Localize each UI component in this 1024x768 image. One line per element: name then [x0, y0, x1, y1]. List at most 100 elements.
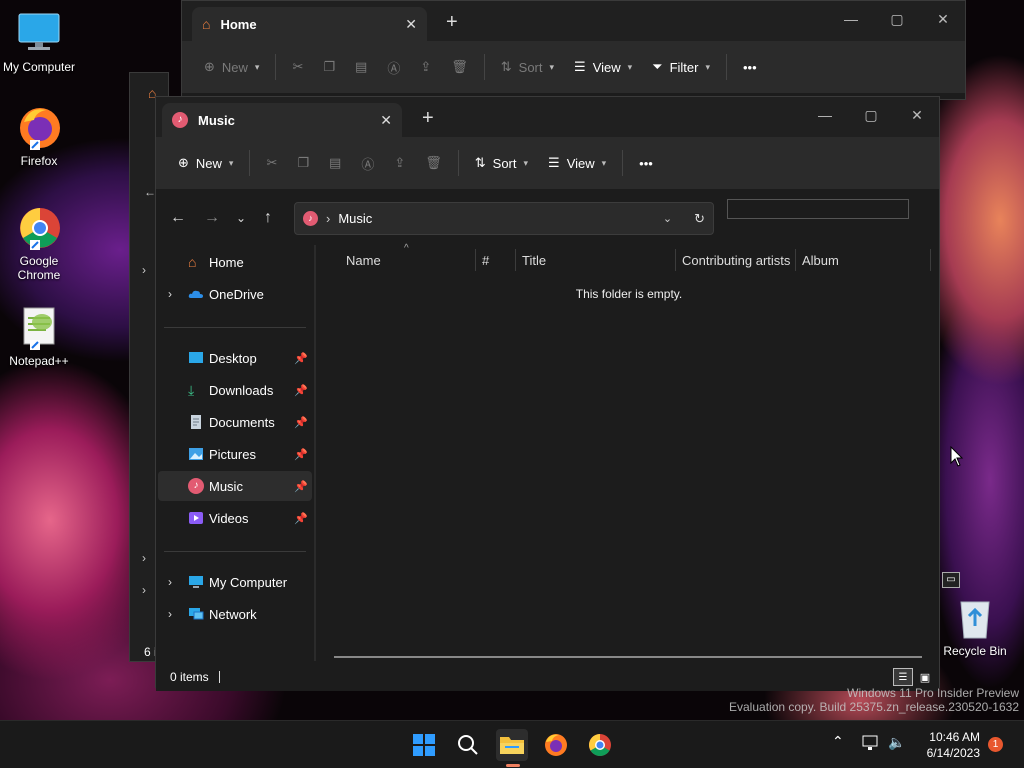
recent-locations-icon[interactable]: ⌄: [236, 211, 246, 225]
sort-icon: ⇅: [474, 155, 486, 170]
network-icon[interactable]: [862, 735, 880, 754]
divider: [164, 551, 306, 552]
chevron-right-icon[interactable]: ›: [168, 287, 172, 301]
horizontal-scrollbar[interactable]: [334, 656, 922, 658]
address-dropdown-icon[interactable]: ⌄: [663, 212, 672, 225]
sidebar-item-downloads[interactable]: ⤓ Downloads 📌: [158, 375, 312, 405]
rename-button[interactable]: Ⓐ: [377, 50, 410, 84]
more-options-button[interactable]: •••: [629, 146, 663, 180]
sidebar-item-pictures[interactable]: Pictures 📌: [158, 439, 312, 469]
minimize-button[interactable]: —: [834, 7, 868, 31]
sidebar-item-home[interactable]: ⌂ Home: [158, 247, 312, 277]
trash-icon: 🗑: [451, 59, 468, 74]
pin-icon[interactable]: 📌: [294, 480, 308, 493]
column-header-name[interactable]: Name: [346, 245, 381, 275]
details-view-button[interactable]: ☰: [893, 668, 913, 686]
close-tab-icon[interactable]: ✕: [405, 16, 417, 33]
new-tab-button[interactable]: +: [422, 107, 434, 130]
rename-button[interactable]: Ⓐ: [351, 146, 384, 180]
network-icon: [188, 606, 204, 622]
maximize-button[interactable]: ▢: [880, 7, 914, 31]
pin-icon[interactable]: 📌: [294, 384, 308, 397]
tab-music[interactable]: ♪ Music ✕: [162, 103, 402, 137]
refresh-icon[interactable]: ↻: [694, 211, 705, 227]
new-tab-button[interactable]: +: [446, 11, 458, 34]
forward-arrow-icon[interactable]: →: [204, 209, 220, 227]
share-button[interactable]: ⇪: [410, 50, 441, 84]
clock[interactable]: 10:46 AM 6/14/2023: [918, 729, 980, 761]
close-button[interactable]: ✕: [926, 7, 960, 31]
desktop-icon-recycle-bin[interactable]: Recycle Bin: [936, 596, 1014, 658]
pin-icon[interactable]: 📌: [294, 416, 308, 429]
copy-button[interactable]: ❐: [287, 146, 319, 180]
watermark: Windows 11 Pro Insider Preview Evaluatio…: [729, 686, 1019, 714]
clipboard-icon: ▤: [355, 59, 368, 74]
show-hidden-icons-button[interactable]: ⌃: [832, 733, 844, 750]
back-arrow-icon[interactable]: ←: [170, 209, 186, 227]
breadcrumb-music[interactable]: Music: [338, 211, 372, 226]
pin-icon[interactable]: 📌: [294, 512, 308, 525]
share-button[interactable]: ⇪: [384, 146, 415, 180]
chevron-right-icon[interactable]: ›: [168, 575, 172, 589]
sidebar-item-my-computer[interactable]: › My Computer: [158, 567, 312, 597]
notification-badge[interactable]: 1: [988, 737, 1003, 752]
sort-button[interactable]: ⇅ Sort ▾: [465, 146, 538, 180]
desktop-icon-chrome[interactable]: Google Chrome: [0, 204, 78, 282]
taskbar-chrome[interactable]: [584, 729, 616, 761]
desktop-icon-notepadpp[interactable]: Notepad++: [0, 304, 78, 368]
desktop-icon-firefox[interactable]: Firefox: [0, 104, 78, 168]
search-button[interactable]: [452, 729, 484, 761]
sidebar-item-videos[interactable]: Videos 📌: [158, 503, 312, 533]
paste-button[interactable]: ▤: [319, 146, 351, 180]
close-tab-icon[interactable]: ✕: [380, 112, 392, 129]
view-button[interactable]: ☰ View ▾: [564, 50, 642, 84]
column-header-contributing-artists[interactable]: Contributing artists: [682, 245, 790, 275]
tab-home[interactable]: ⌂ Home ✕: [192, 7, 427, 41]
chevron-right-icon[interactable]: ›: [168, 607, 172, 621]
sidebar-item-music[interactable]: ♪ Music 📌: [158, 471, 312, 501]
pin-icon[interactable]: 📌: [294, 352, 308, 365]
pin-icon[interactable]: 📌: [294, 448, 308, 461]
title-bar: ♪ Music ✕ + — ▢ ✕: [156, 97, 939, 137]
more-options-button[interactable]: •••: [733, 50, 767, 84]
up-arrow-icon[interactable]: ↑: [264, 209, 272, 227]
sort-ascending-icon: ^: [404, 243, 409, 254]
taskbar-firefox[interactable]: [540, 729, 572, 761]
start-button[interactable]: [408, 729, 440, 761]
delete-button[interactable]: 🗑: [415, 146, 452, 180]
file-list: Name ^ # Title Contributing artists Albu…: [318, 243, 940, 661]
copy-button[interactable]: ❐: [313, 50, 345, 84]
column-header-album[interactable]: Album: [802, 245, 839, 275]
scissors-icon: ✂: [266, 155, 278, 170]
address-bar[interactable]: ♪ › Music ⌄ ↻: [294, 202, 714, 235]
sidebar-item-desktop[interactable]: Desktop 📌: [158, 343, 312, 373]
new-button[interactable]: ⊕ New ▾: [168, 146, 243, 180]
maximize-button[interactable]: ▢: [854, 103, 888, 127]
cut-button[interactable]: ✂: [256, 146, 287, 180]
filter-button[interactable]: ⏷ Filter ▾: [642, 50, 720, 84]
divider: [164, 327, 306, 328]
sidebar-item-onedrive[interactable]: › OneDrive: [158, 279, 312, 309]
view-icon: ☰: [574, 59, 586, 74]
sidebar-item-documents[interactable]: Documents 📌: [158, 407, 312, 437]
sidebar-item-network[interactable]: › Network: [158, 599, 312, 629]
column-header-title[interactable]: Title: [522, 245, 546, 275]
explorer-window-home: ⌂ Home ✕ + — ▢ ✕ ⊕ New ▾ ✂ ❐ ▤ Ⓐ ⇪ 🗑 ⇅ Sort…: [181, 0, 966, 100]
new-button[interactable]: ⊕ New ▾: [194, 50, 269, 84]
close-button[interactable]: ✕: [900, 103, 934, 127]
sort-button[interactable]: ⇅ Sort ▾: [491, 50, 564, 84]
paste-button[interactable]: ▤: [345, 50, 377, 84]
search-input[interactable]: [727, 199, 909, 219]
taskbar-file-explorer[interactable]: [496, 729, 528, 767]
view-button[interactable]: ☰ View ▾: [538, 146, 616, 180]
music-icon: ♪: [172, 112, 188, 128]
tiles-view-button[interactable]: ▣: [915, 668, 935, 686]
filter-icon: ⏷: [652, 59, 663, 74]
desktop-icon-my-computer[interactable]: My Computer: [0, 10, 78, 74]
delete-button[interactable]: 🗑: [441, 50, 478, 84]
volume-icon[interactable]: 🔈: [888, 734, 905, 751]
minimize-button[interactable]: —: [808, 103, 842, 127]
column-header-number[interactable]: #: [482, 245, 489, 275]
cut-button[interactable]: ✂: [282, 50, 313, 84]
show-desktop-icon[interactable]: ▭: [942, 572, 960, 588]
